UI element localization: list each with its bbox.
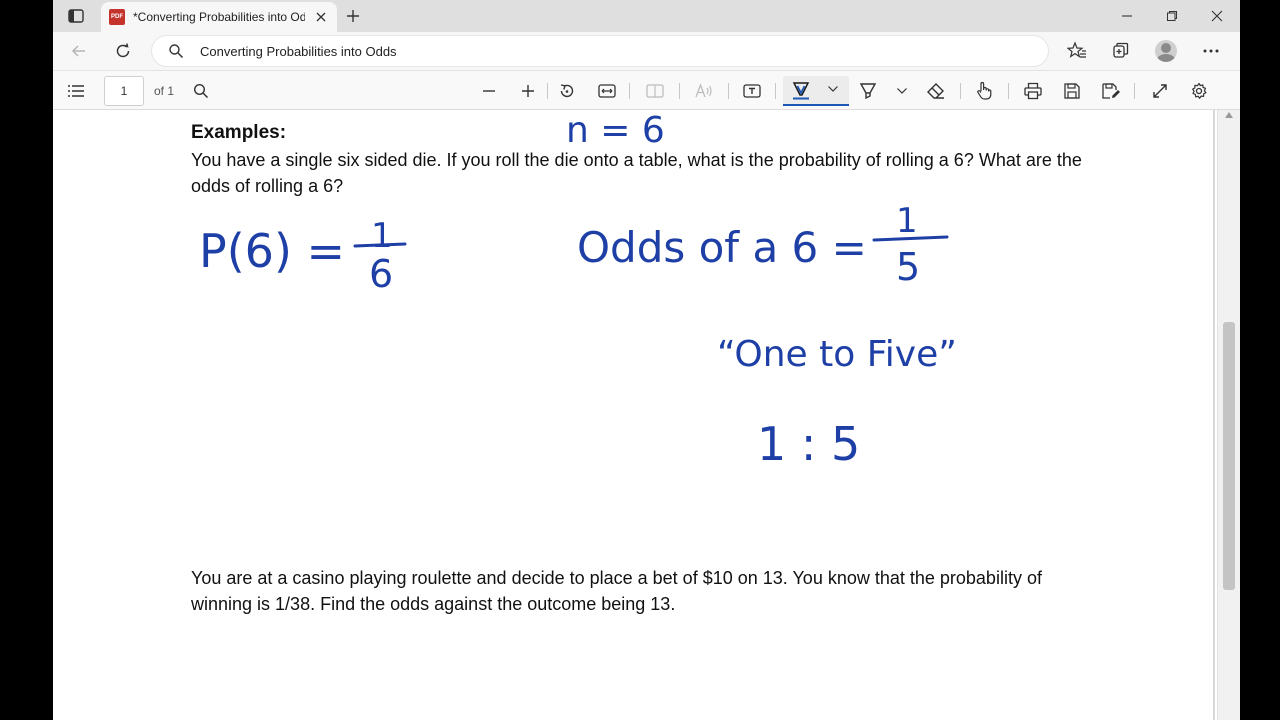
navigation-bar: Converting Probabilities into Odds [53,32,1240,70]
ink-ratio: 1 : 5 [757,417,860,471]
tab-actions-button[interactable] [65,6,87,26]
favorites-button[interactable] [1065,39,1089,63]
draw-icon [792,82,810,100]
page-view-icon [646,84,664,98]
ink-odds-lhs: Odds of a 6 = [577,223,867,272]
scroll-up-button[interactable] [1223,112,1235,122]
scrollbar-thumb[interactable] [1223,322,1235,590]
favorites-icon [1067,41,1086,58]
search-icon [168,42,186,60]
tab-title: *Converting Probabilities into Odds [133,10,305,24]
restore-icon [1167,11,1177,21]
save-button[interactable] [1061,80,1083,102]
rotate-icon [560,84,574,98]
page-number-input[interactable]: 1 [104,76,144,106]
tab-close-button[interactable] [313,9,329,25]
fit-width-icon [598,84,616,98]
examples-heading: Examples: [191,122,287,143]
eraser-icon [927,83,944,99]
add-text-button[interactable] [741,80,763,102]
address-text: Converting Probabilities into Odds [200,43,397,59]
ink-fraction-bar [353,242,407,248]
ink-odds-denominator: 5 [896,245,920,289]
pdf-toolbar: 1 of 1 [53,70,1240,110]
pdf-page[interactable]: Examples: You have a single six sided di… [53,110,1240,720]
handwritten-ink-layer: n = 6 P(6) = 1 6 Odds of a 6 = 1 5 “One … [199,110,957,471]
chevron-down-icon [828,86,838,92]
highlight-icon [859,83,877,100]
expand-icon [1153,84,1167,98]
save-icon [1064,83,1080,99]
plus-icon [347,10,359,22]
close-icon [1211,10,1223,22]
page-count-label: of 1 [154,84,175,98]
draw-options-button[interactable] [827,85,839,93]
ink-probability-numerator: 1 [371,216,393,256]
ink-fraction-bar [872,235,949,242]
draw-button[interactable] [791,80,811,100]
back-arrow-icon [71,45,85,57]
ink-probability-denominator: 6 [369,252,393,296]
read-aloud-icon [695,83,712,98]
refresh-icon [116,43,130,58]
read-aloud-button[interactable] [693,80,715,102]
contents-button[interactable] [65,80,87,102]
back-button[interactable] [67,39,91,63]
save-as-icon [1102,83,1120,99]
collections-icon [1113,42,1129,58]
fit-to-width-button[interactable] [596,80,618,102]
ink-odds-words: “One to Five” [717,334,957,375]
restore-button[interactable] [1158,4,1186,28]
printer-icon [1024,82,1042,100]
gear-icon [1192,82,1207,99]
tab-active[interactable]: PDF *Converting Probabilities into Odds [101,2,337,32]
zoom-in-button[interactable] [517,80,539,102]
search-icon [193,83,209,99]
find-button[interactable] [190,80,212,102]
caret-up-icon [1225,112,1233,118]
rotate-button[interactable] [556,80,578,102]
chevron-down-icon [897,88,907,94]
highlight-options-button[interactable] [891,80,913,102]
refresh-button[interactable] [111,39,135,63]
ink-probability-lhs: P(6) = [199,224,345,278]
full-screen-button[interactable] [1149,80,1171,102]
pdf-settings-button[interactable] [1188,80,1210,102]
example-2-question: You are at a casino playing roulette and… [191,568,1042,614]
tab-bar: PDF *Converting Probabilities into Odds [53,0,1240,32]
tab-actions-icon [68,9,84,23]
settings-more-button[interactable] [1199,39,1223,63]
pdf-icon: PDF [109,9,125,25]
draw-tool-group[interactable] [783,76,849,106]
profile-avatar[interactable] [1155,40,1177,62]
list-icon [68,85,84,97]
highlight-button[interactable] [857,80,879,102]
browser-window: PDF *Converting Probabilities into Odds [53,0,1240,720]
ink-n-equals-6: n = 6 [566,110,665,151]
collections-button[interactable] [1109,39,1133,63]
hand-pointer-icon [977,81,992,100]
page-view-button[interactable] [644,80,666,102]
save-as-button[interactable] [1100,80,1122,102]
more-icon [1203,49,1219,53]
new-tab-button[interactable] [343,6,363,26]
erase-button[interactable] [925,80,947,102]
window-close-button[interactable] [1203,4,1231,28]
zoom-out-button[interactable] [478,80,500,102]
plus-icon [522,85,534,97]
example-1-question: You have a single six sided die. If you … [191,150,1082,196]
address-bar[interactable]: Converting Probabilities into Odds [151,35,1049,67]
close-icon [316,12,326,22]
add-text-icon [743,84,761,98]
page-edge [1213,110,1215,720]
print-button[interactable] [1022,80,1044,102]
minimize-button[interactable] [1113,4,1141,28]
touch-write-button[interactable] [973,80,995,102]
minimize-icon [1122,15,1132,17]
minus-icon [483,90,495,92]
ink-odds-numerator: 1 [896,201,918,241]
